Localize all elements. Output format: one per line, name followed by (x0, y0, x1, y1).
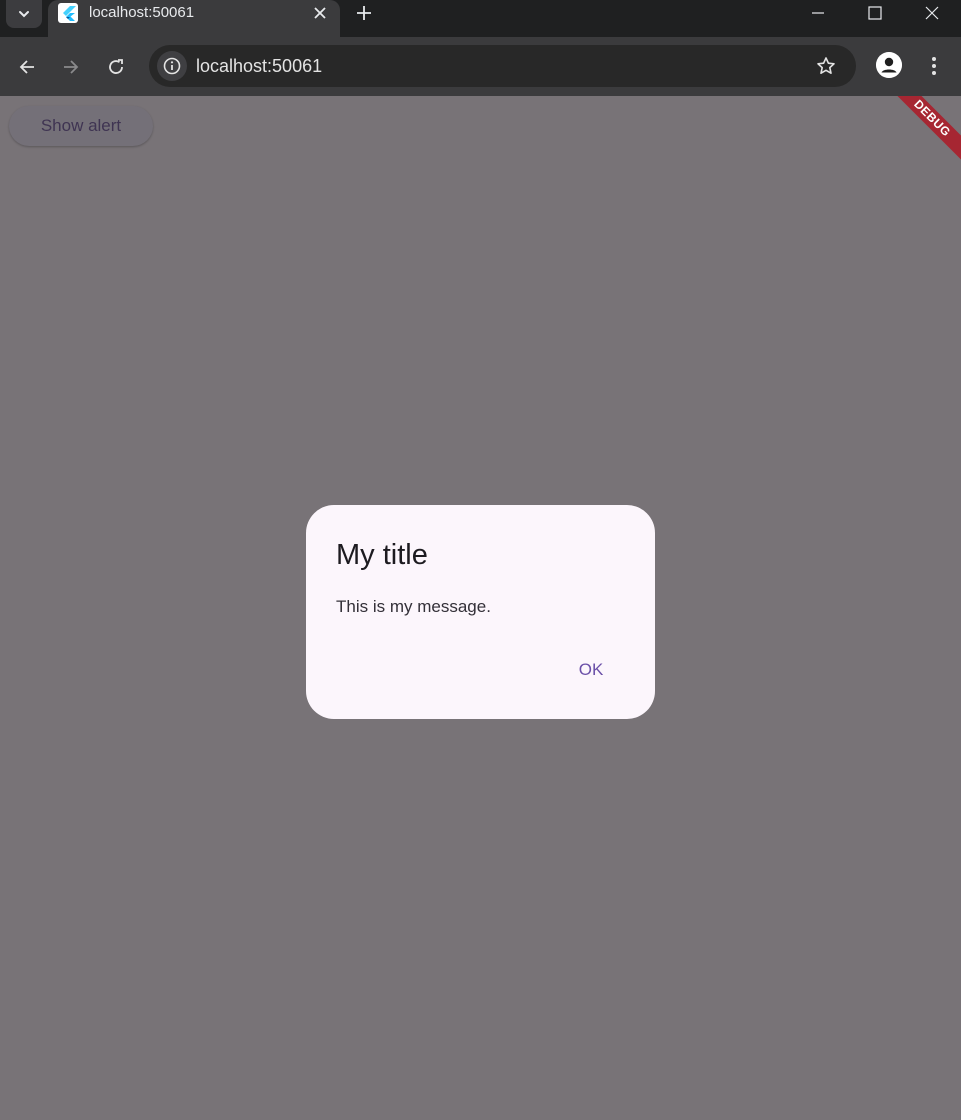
plus-icon (357, 6, 371, 20)
site-info-button[interactable] (157, 51, 187, 81)
page-content: Show alert DEBUG My title This is my mes… (0, 96, 961, 1120)
debug-banner: DEBUG (880, 96, 961, 171)
dialog-ok-button[interactable]: OK (568, 655, 614, 685)
window-close-button[interactable] (908, 0, 956, 26)
kebab-menu-icon (932, 57, 936, 75)
arrow-right-icon (64, 60, 79, 74)
close-icon (925, 6, 939, 20)
profile-button[interactable] (876, 52, 902, 78)
reload-icon (109, 59, 123, 74)
browser-menu-button[interactable] (922, 53, 946, 79)
tab-search-button[interactable] (6, 0, 42, 28)
star-icon (817, 57, 835, 74)
tab-title: localhost:50061 (89, 4, 195, 21)
new-tab-button[interactable] (352, 1, 376, 25)
show-alert-button[interactable]: Show alert (9, 106, 153, 146)
flutter-logo-icon (58, 3, 78, 23)
alert-dialog: My title This is my message. OK (306, 505, 655, 719)
dialog-title: My title (336, 539, 428, 571)
address-bar[interactable]: localhost:50061 (149, 45, 856, 87)
minimize-button[interactable] (794, 0, 842, 26)
maximize-icon (868, 6, 882, 20)
info-icon (163, 57, 181, 75)
bookmark-button[interactable] (813, 53, 839, 79)
close-icon (314, 7, 326, 19)
browser-toolbar: localhost:50061 (0, 37, 961, 96)
reload-button[interactable] (102, 53, 130, 81)
minimize-icon (812, 12, 824, 14)
dialog-message: This is my message. (336, 597, 491, 616)
tab-close-button[interactable] (310, 3, 330, 23)
chevron-down-icon (19, 11, 29, 18)
forward-button[interactable] (57, 53, 85, 81)
avatar-icon (876, 52, 902, 78)
browser-tab-strip: localhost:50061 (0, 0, 961, 37)
maximize-button[interactable] (851, 0, 899, 26)
browser-tab[interactable]: localhost:50061 (48, 0, 340, 37)
arrow-left-icon (19, 60, 34, 74)
back-button[interactable] (13, 53, 41, 81)
url-text: localhost:50061 (196, 56, 323, 76)
